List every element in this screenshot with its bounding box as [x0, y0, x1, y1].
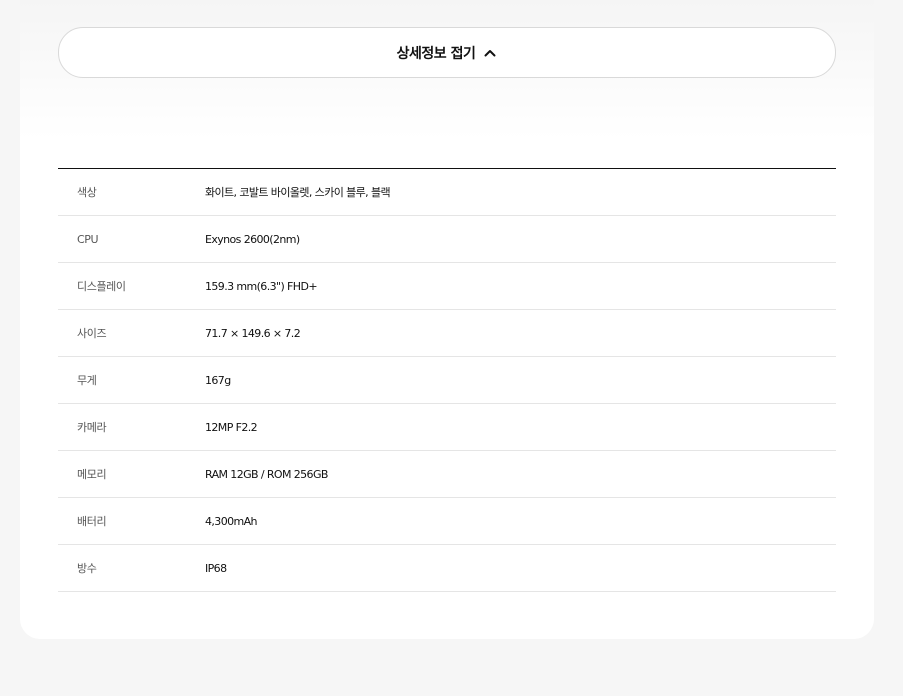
spec-row-battery: 배터리 4,300mAh: [58, 498, 836, 545]
spec-key: 색상: [77, 186, 97, 199]
spec-key: 디스플레이: [77, 280, 126, 293]
spec-value: 4,300mAh: [205, 514, 258, 528]
spec-row-camera: 카메라 12MP F2.2: [58, 404, 836, 451]
spec-key: 배터리: [77, 515, 107, 528]
spec-card: 상세정보 접기 색상 화이트, 코발트 바이올렛, 스카이 블루, 블랙 CPU…: [20, 0, 874, 639]
chevron-up-icon: [484, 49, 496, 56]
spec-row-waterproof: 방수 IP68: [58, 545, 836, 592]
spec-value: 12MP F2.2: [205, 420, 258, 434]
collapse-details-label: 상세정보 접기: [396, 45, 476, 62]
spec-key: 메모리: [77, 468, 107, 481]
spec-value: 71.7 × 149.6 × 7.2: [205, 326, 301, 340]
spec-value: 159.3 mm(6.3") FHD+: [205, 279, 318, 293]
spec-row-cpu: CPU Exynos 2600(2nm): [58, 216, 836, 263]
spec-table: 색상 화이트, 코발트 바이올렛, 스카이 블루, 블랙 CPU Exynos …: [58, 168, 836, 592]
spec-value: 167g: [205, 373, 231, 387]
spec-key: CPU: [77, 232, 99, 246]
spec-value: RAM 12GB / ROM 256GB: [205, 467, 328, 481]
collapse-details-button[interactable]: 상세정보 접기: [58, 27, 836, 78]
spec-row-memory: 메모리 RAM 12GB / ROM 256GB: [58, 451, 836, 498]
spec-value: IP68: [205, 561, 227, 575]
spec-row-display: 디스플레이 159.3 mm(6.3") FHD+: [58, 263, 836, 310]
spec-row-weight: 무게 167g: [58, 357, 836, 404]
spec-key: 방수: [77, 562, 97, 575]
spec-key: 카메라: [77, 421, 107, 434]
spec-key: 사이즈: [77, 327, 107, 340]
spec-key: 무게: [77, 374, 97, 387]
spec-row-color: 색상 화이트, 코발트 바이올렛, 스카이 블루, 블랙: [58, 169, 836, 216]
spec-value: 화이트, 코발트 바이올렛, 스카이 블루, 블랙: [205, 186, 391, 199]
spec-value: Exynos 2600(2nm): [205, 232, 300, 246]
spec-row-size: 사이즈 71.7 × 149.6 × 7.2: [58, 310, 836, 357]
